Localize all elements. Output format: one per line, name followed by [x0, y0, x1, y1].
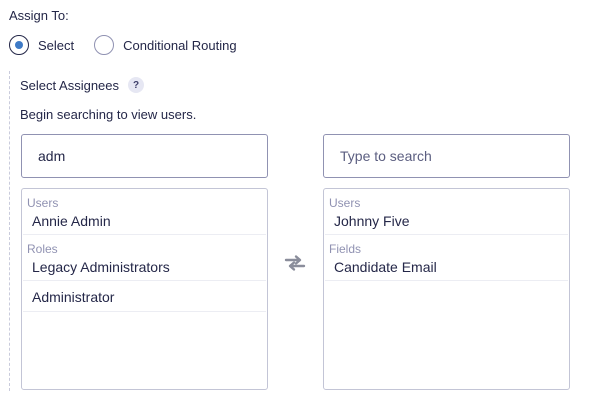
radio-option-conditional-routing[interactable]: Conditional Routing [94, 35, 237, 55]
list-group-unlabeled: Administrator [23, 281, 266, 312]
list-item[interactable]: Candidate Email [325, 256, 568, 280]
list-group-users: Users Johnny Five [325, 189, 568, 235]
group-label: Roles [27, 242, 58, 256]
radio-button-select[interactable] [9, 35, 29, 55]
selected-search-input[interactable] [323, 134, 570, 178]
available-list: Users Annie Admin Roles Legacy Administr… [21, 188, 268, 390]
list-item[interactable]: Legacy Administrators [23, 256, 266, 280]
selected-list: Users Johnny Five Fields Candidate Email [323, 188, 570, 390]
list-group-roles: Roles Legacy Administrators [23, 235, 266, 281]
radio-option-select[interactable]: Select [9, 35, 74, 55]
list-item[interactable]: Johnny Five [325, 210, 568, 234]
swap-arrows-icon[interactable] [283, 253, 307, 273]
list-group-users: Users Annie Admin [23, 189, 266, 235]
search-instructions: Begin searching to view users. [20, 107, 197, 122]
select-assignees-title: Select Assignees [20, 77, 120, 93]
group-label: Fields [329, 242, 362, 256]
assign-to-radio-group: Select Conditional Routing [9, 35, 237, 55]
radio-label-conditional-routing[interactable]: Conditional Routing [123, 38, 236, 53]
assign-to-panel: Assign To: Select Conditional Routing Se… [0, 0, 591, 398]
list-item[interactable]: Annie Admin [23, 210, 266, 234]
available-search-input[interactable] [21, 134, 268, 178]
list-item[interactable]: Administrator [23, 281, 266, 311]
radio-selected-dot [15, 41, 23, 49]
assign-to-label: Assign To: [9, 8, 69, 23]
select-assignees-heading: Select Assignees ? [20, 77, 145, 93]
radio-button-conditional-routing[interactable] [94, 35, 115, 55]
group-label: Users [329, 196, 361, 210]
radio-label-select[interactable]: Select [38, 38, 74, 53]
list-group-fields: Fields Candidate Email [325, 235, 568, 281]
group-label: Users [27, 196, 59, 210]
select-assignees-section: Select Assignees ? Begin searching to vi… [9, 71, 590, 391]
help-icon[interactable]: ? [128, 77, 145, 93]
